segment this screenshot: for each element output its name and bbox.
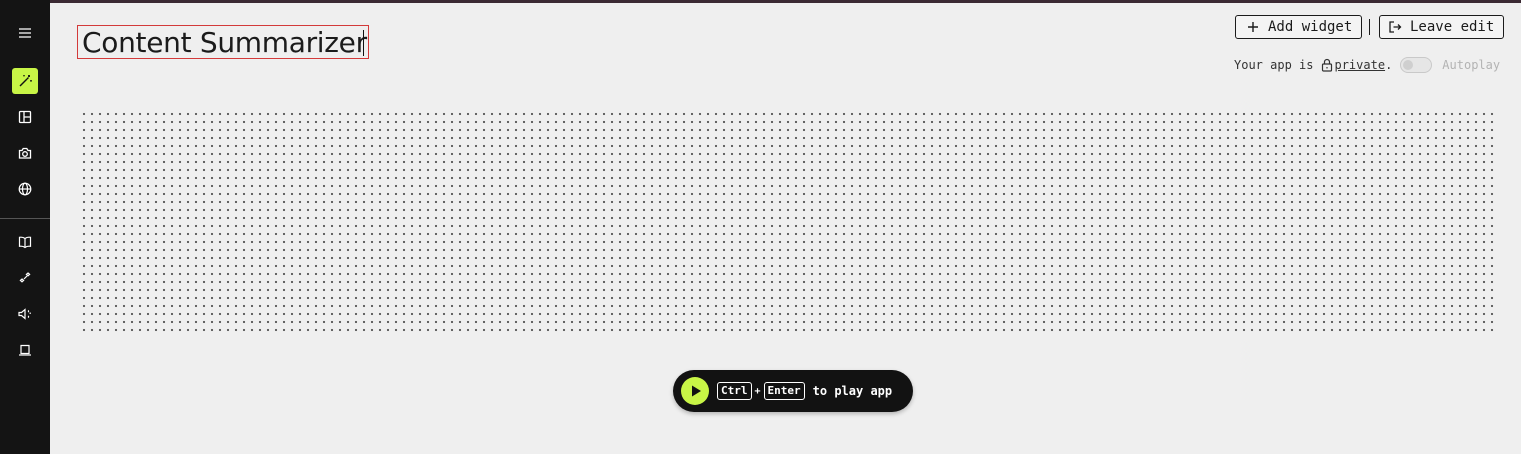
plus-icon (1248, 22, 1258, 32)
status-prefix: Your app is (1234, 58, 1314, 72)
leave-edit-label: Leave edit (1410, 19, 1495, 35)
globe-icon[interactable] (12, 176, 38, 202)
lock-icon (1322, 58, 1333, 72)
leave-edit-button[interactable]: Leave edit (1379, 15, 1504, 39)
autoplay-toggle-knob (1403, 60, 1414, 70)
play-icon (692, 385, 701, 397)
play-button[interactable] (681, 377, 709, 405)
widget-canvas-grid[interactable] (80, 110, 1498, 334)
sidebar-divider (0, 218, 50, 219)
toolbar-separator (1369, 19, 1370, 35)
app-title-field[interactable]: Content Summarizer (77, 25, 369, 59)
play-hint-pill: Ctrl + Enter to play app (673, 370, 913, 412)
sidebar (0, 0, 50, 454)
magic-wand-icon[interactable] (12, 68, 38, 94)
add-widget-button[interactable]: Add widget (1235, 15, 1362, 39)
laptop-icon[interactable] (12, 337, 38, 363)
add-widget-label: Add widget (1268, 19, 1353, 35)
menu-icon[interactable] (12, 20, 38, 46)
speaker-icon[interactable] (12, 301, 38, 327)
enter-key: Enter (763, 382, 805, 400)
autoplay-label: Autoplay (1442, 58, 1501, 72)
play-hint-text: to play app (812, 384, 893, 398)
ctrl-key: Ctrl (717, 382, 752, 400)
status-suffix: . (1385, 58, 1393, 72)
app-status-row: Your app is private . Autoplay (1234, 56, 1500, 74)
exit-icon (1389, 21, 1402, 33)
app-title[interactable]: Content Summarizer (82, 26, 367, 60)
layout-icon[interactable] (12, 104, 38, 130)
text-caret (363, 30, 364, 56)
plus-sign: + (754, 385, 761, 397)
sparkles-icon[interactable] (12, 265, 38, 291)
top-border (0, 0, 1521, 3)
autoplay-toggle[interactable] (1400, 57, 1433, 73)
camera-icon[interactable] (12, 140, 38, 166)
book-icon[interactable] (12, 229, 38, 255)
privacy-link[interactable]: private (1334, 58, 1385, 72)
